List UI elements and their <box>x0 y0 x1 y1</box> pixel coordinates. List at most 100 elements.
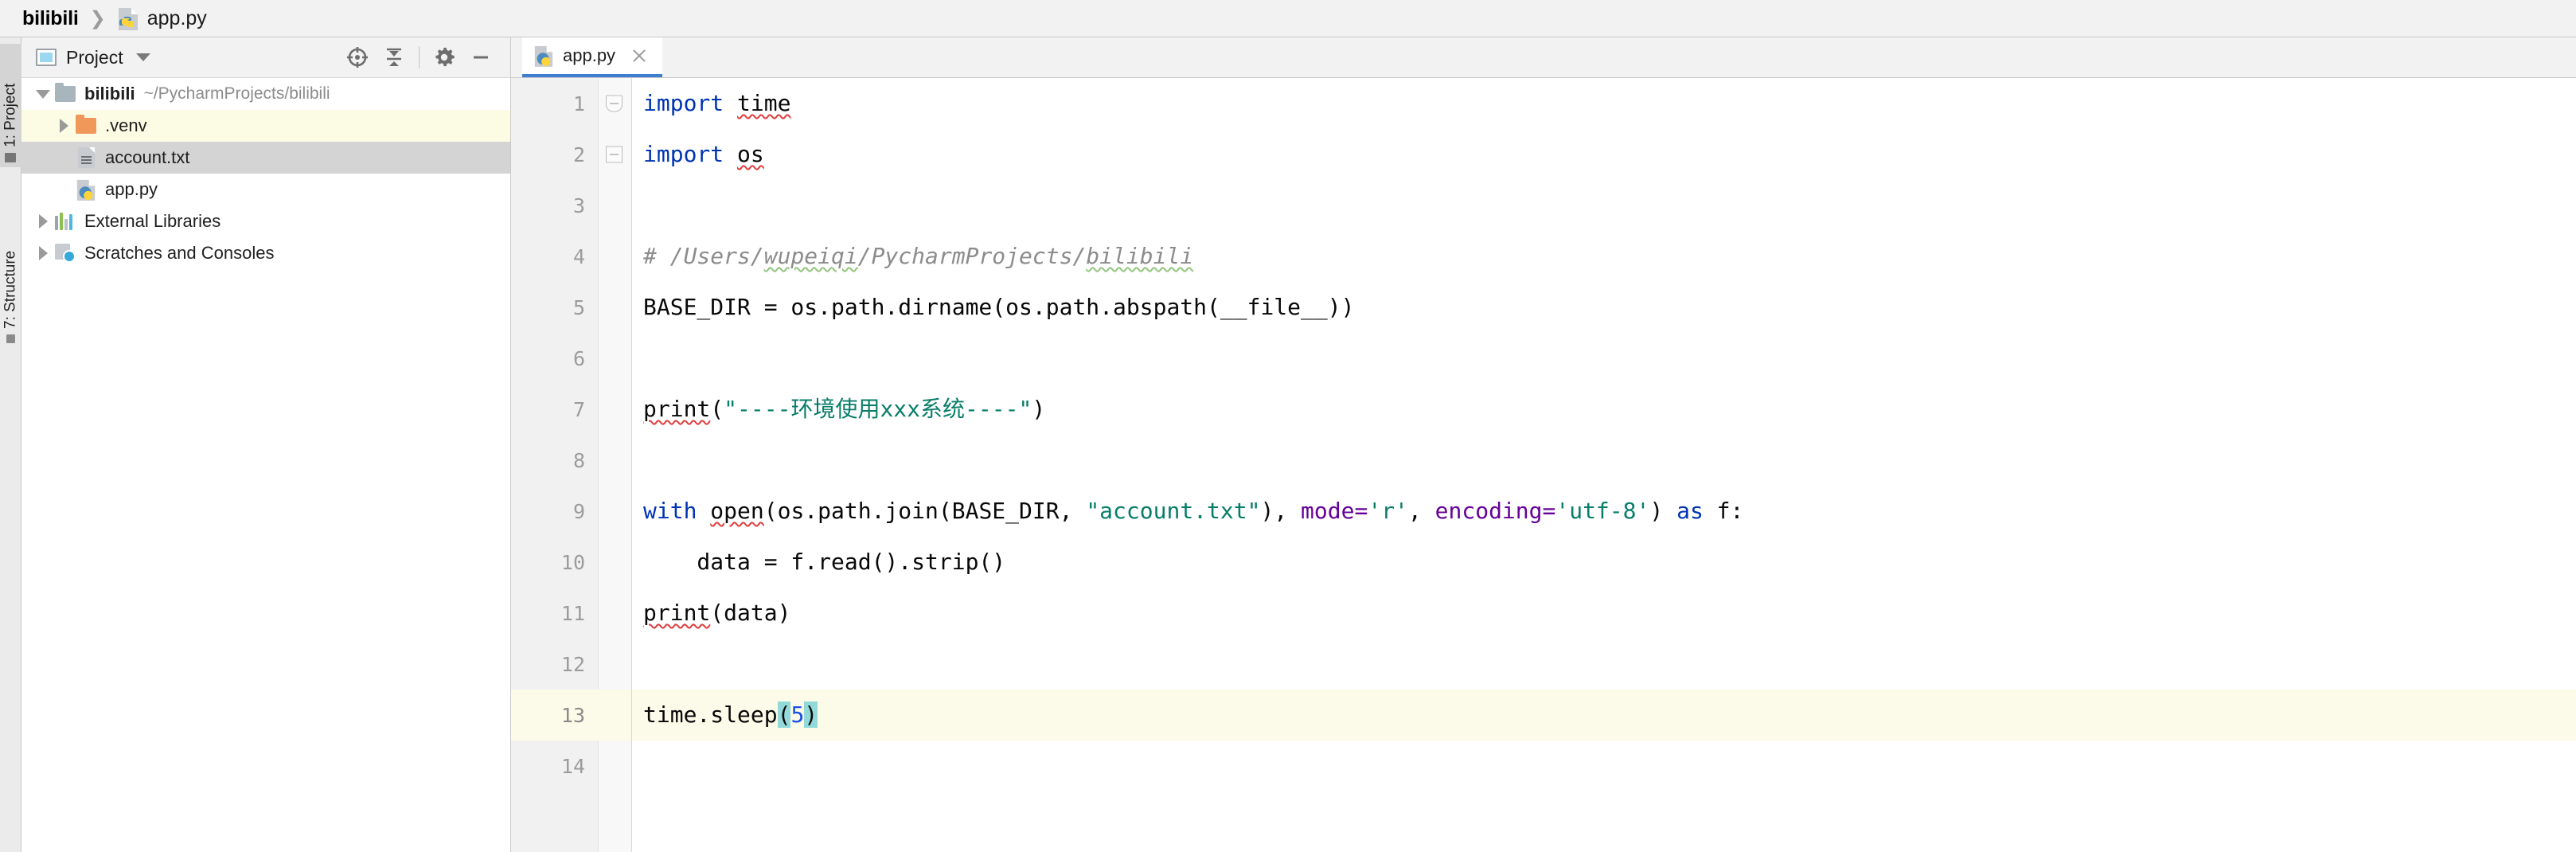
fold-marker-icon[interactable] <box>606 95 623 112</box>
token-print-args: (data) <box>710 600 791 626</box>
main-body: 1: Project 7: Structure Project bilibili… <box>0 37 2576 852</box>
line-number: 8 <box>572 448 585 472</box>
python-file-icon <box>533 45 554 67</box>
token-func-open: open <box>710 498 764 524</box>
gutter-line: 9 <box>511 486 631 537</box>
token-string-mode-value: 'r' <box>1368 498 1408 524</box>
collapse-all-button[interactable] <box>376 41 412 73</box>
gutter-line: 5 <box>511 282 631 333</box>
chevron-down-icon[interactable] <box>135 53 150 61</box>
chevron-down-icon[interactable] <box>33 89 53 99</box>
folder-gray-icon <box>53 83 77 102</box>
token-equals: = <box>1354 498 1368 524</box>
token-read-strip: data = f.read().strip() <box>643 549 1006 575</box>
gutter-line: 6 <box>511 333 631 384</box>
token-assignment: BASE_DIR = os.path.dirname(os.path.abspa… <box>643 294 1355 320</box>
settings-button[interactable] <box>426 41 463 73</box>
tree-item-external-libraries[interactable]: External Libraries <box>21 205 510 237</box>
tree-item-app-py[interactable]: app.py <box>21 174 510 205</box>
tree-item-bilibili[interactable]: bilibili ~/PycharmProjects/bilibili <box>21 78 510 110</box>
token-kwarg-mode: mode <box>1301 498 1355 524</box>
gear-icon <box>435 47 455 67</box>
breadcrumb-project[interactable]: bilibili <box>22 7 79 30</box>
token-string-env: "----环境使用xxx系统----" <box>724 396 1032 422</box>
gutter-line: 2 <box>511 129 631 180</box>
gutter-line-current: 13 <box>511 690 631 741</box>
project-folder-icon <box>5 153 17 162</box>
token-keyword: import <box>643 141 724 167</box>
left-tool-strip: 1: Project 7: Structure <box>0 37 21 852</box>
sidebar-tab-structure-label: 7: Structure <box>2 250 19 329</box>
code-line-11: print(data) <box>632 588 2576 639</box>
editor-area: app.py 1 2 3 4 5 6 7 8 9 10 11 12 13 14 … <box>511 37 2576 852</box>
token-var-f: f: <box>1703 498 1744 524</box>
token-keyword-with: with <box>643 498 697 524</box>
token-rparen: ) <box>1032 396 1046 422</box>
token-func-print: print <box>643 396 711 422</box>
tree-item-venv[interactable]: .venv <box>21 110 510 142</box>
project-title-group[interactable]: Project <box>36 47 339 68</box>
editor-tab-app-py[interactable]: app.py <box>522 37 663 77</box>
sidebar-tab-project[interactable]: 1: Project <box>0 44 21 167</box>
tree-item-scratches-and-consoles[interactable]: Scratches and Consoles <box>21 237 510 269</box>
project-window-icon <box>36 49 57 66</box>
code-line-7: print("----环境使用xxx系统----") <box>632 384 2576 435</box>
line-number: 5 <box>572 295 585 319</box>
select-opened-file-button[interactable] <box>339 41 376 73</box>
token-equals-2: = <box>1542 498 1556 524</box>
line-number-gutter[interactable]: 1 2 3 4 5 6 7 8 9 10 11 12 13 14 <box>511 78 632 852</box>
chevron-right-icon[interactable] <box>33 214 53 229</box>
line-number: 2 <box>572 143 585 166</box>
line-number: 3 <box>572 193 585 217</box>
token-comment-a: # /Users/ <box>643 243 764 269</box>
line-number: 11 <box>560 601 585 625</box>
collapse-all-icon <box>387 48 401 66</box>
crosshair-target-icon <box>347 47 368 68</box>
code-content[interactable]: import time import os # /Users/wupeiqi/P… <box>632 78 2576 852</box>
line-number: 10 <box>560 550 585 574</box>
breadcrumb-file[interactable]: app.py <box>147 7 207 30</box>
python-file-icon <box>117 6 139 30</box>
line-number: 4 <box>572 244 585 268</box>
token-comment-c: /PycharmProjects/ <box>857 243 1087 269</box>
token-number-5: 5 <box>790 702 805 728</box>
sidebar-tab-structure[interactable]: 7: Structure <box>0 209 21 348</box>
minimize-button[interactable] <box>463 41 499 73</box>
chevron-right-icon[interactable] <box>33 246 53 260</box>
token-comma: , <box>1407 498 1435 524</box>
gutter-line: 11 <box>511 588 631 639</box>
token-lparen-matched: ( <box>777 702 791 728</box>
gutter-line: 10 <box>511 537 631 588</box>
tree-item-label: External Libraries <box>84 211 221 231</box>
code-editor[interactable]: 1 2 3 4 5 6 7 8 9 10 11 12 13 14 import … <box>511 78 2576 852</box>
token-after-string: ), <box>1260 498 1302 524</box>
text-file-icon <box>74 147 98 168</box>
project-panel-title: Project <box>66 46 123 68</box>
project-panel-header: Project <box>21 37 510 78</box>
token-lparen: ( <box>710 396 724 422</box>
gutter-line: 1 <box>511 78 631 129</box>
line-number: 1 <box>572 92 585 115</box>
close-icon[interactable] <box>630 47 648 64</box>
tree-item-label: bilibili <box>84 84 135 104</box>
project-file-tree: bilibili ~/PycharmProjects/bilibili .ven… <box>21 78 510 844</box>
fold-marker-icon[interactable] <box>606 146 623 163</box>
token-time-sleep: time.sleep <box>643 702 778 728</box>
token-args-mid: (os.path.join(BASE_DIR, <box>763 498 1087 524</box>
gutter-line: 7 <box>511 384 631 435</box>
token-kwarg-encoding: encoding <box>1434 498 1543 524</box>
tree-item-account-txt[interactable]: account.txt <box>21 142 510 174</box>
token-keyword: import <box>643 90 724 116</box>
line-number: 9 <box>572 499 585 523</box>
token-module-os: os <box>737 141 764 167</box>
line-number: 13 <box>560 703 585 727</box>
line-number: 7 <box>572 397 585 421</box>
code-line-4: # /Users/wupeiqi/PycharmProjects/bilibil… <box>632 231 2576 282</box>
code-line-13: time.sleep(5) <box>632 690 2576 741</box>
chevron-right-icon[interactable] <box>53 119 74 133</box>
editor-tab-bar: app.py <box>511 37 2576 78</box>
